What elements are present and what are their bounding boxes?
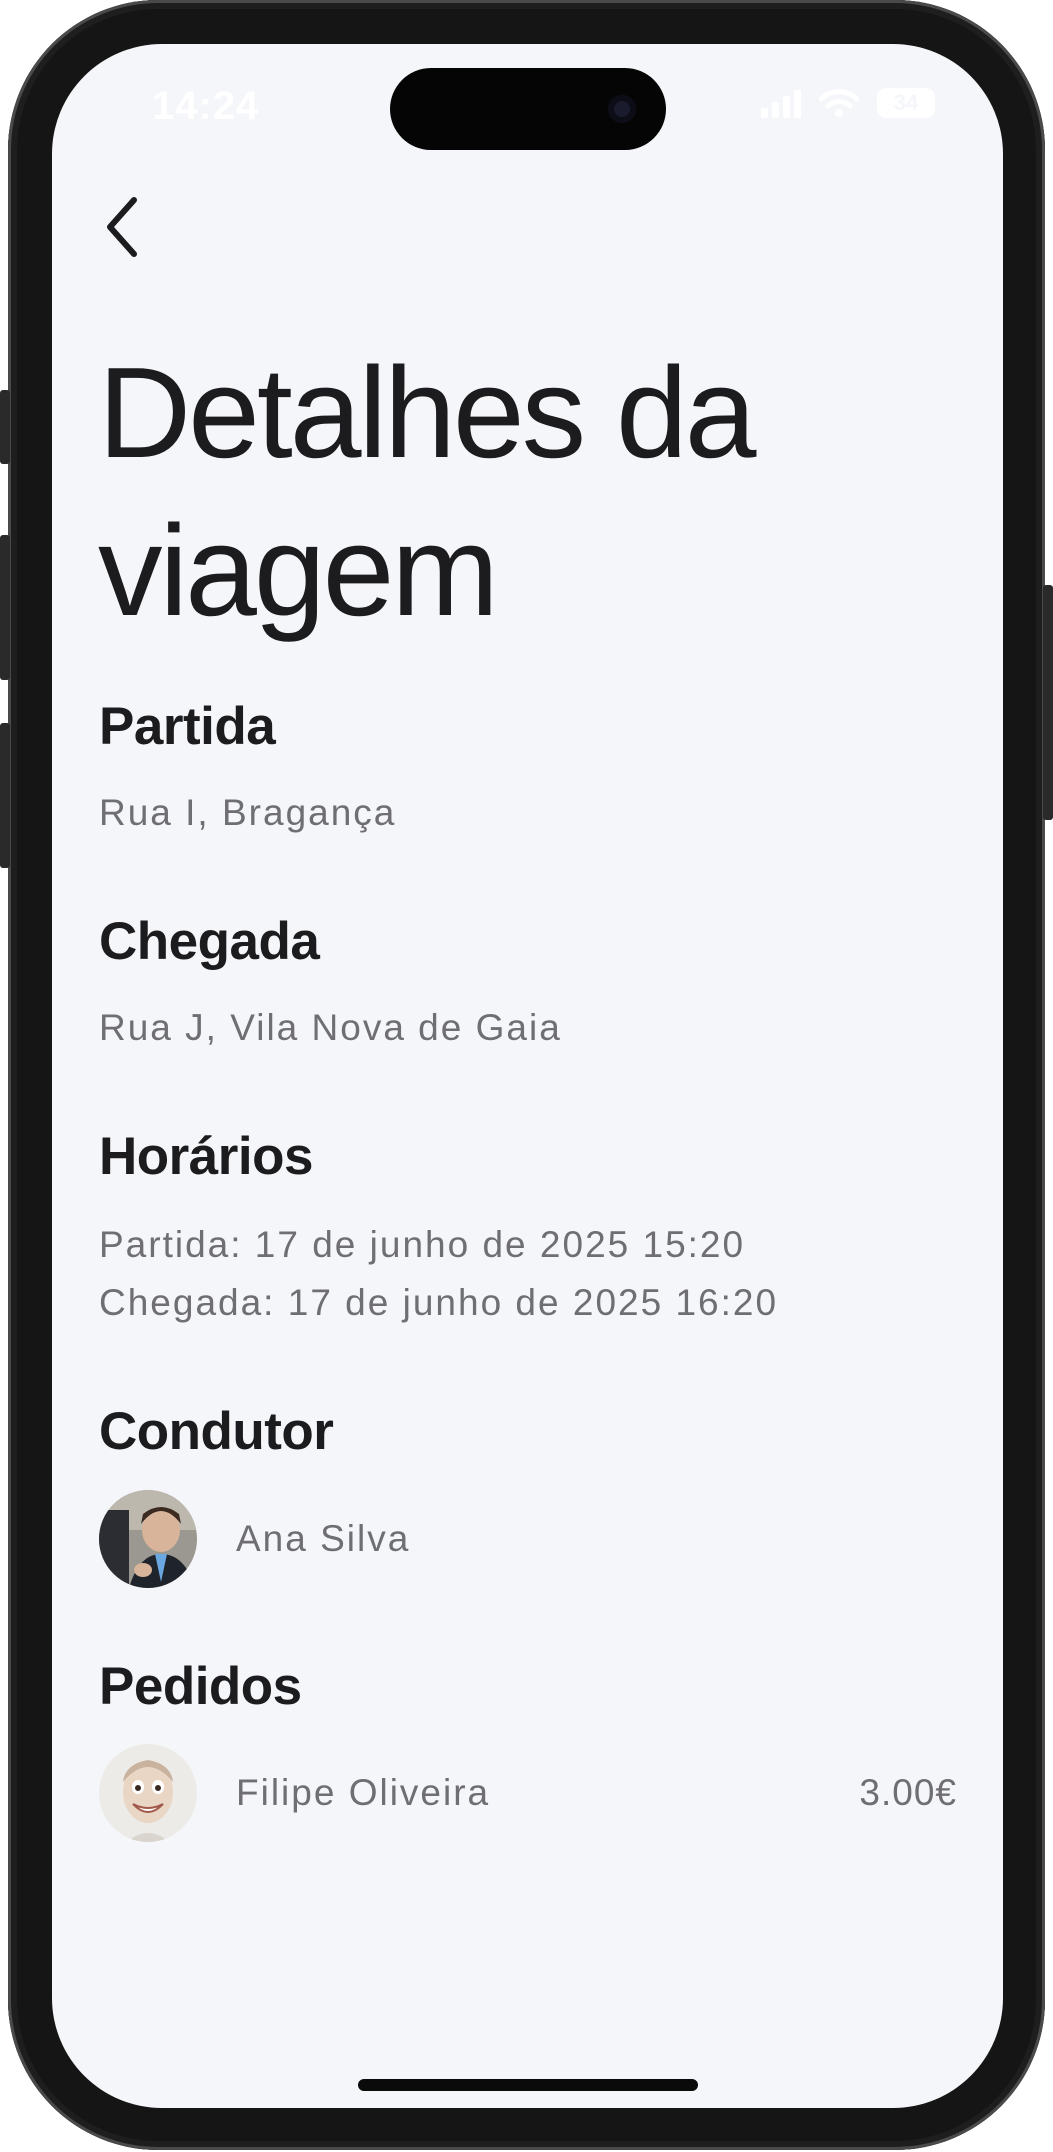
chevron-left-icon <box>107 197 137 257</box>
schedule-heading: Horários <box>99 1127 313 1186</box>
departure-heading: Partida <box>99 697 276 756</box>
wifi-icon <box>819 89 859 117</box>
arrival-heading: Chegada <box>99 912 320 971</box>
requester-avatar <box>99 1744 197 1842</box>
page-title-line-2: viagem <box>98 499 499 643</box>
battery-icon: 34 <box>877 88 935 118</box>
status-icons: 34 <box>761 88 935 118</box>
page-title-line-1: Detalhes da <box>98 341 756 485</box>
volume-up-button <box>0 535 10 680</box>
action-button <box>0 390 10 464</box>
home-indicator[interactable] <box>358 2079 698 2091</box>
cellular-signal-icon <box>761 88 801 118</box>
departure-time: Partida: 17 de junho de 2025 15:20 <box>99 1224 746 1265</box>
requests-heading: Pedidos <box>99 1657 302 1716</box>
arrival-time: Chegada: 17 de junho de 2025 16:20 <box>99 1282 779 1323</box>
back-button[interactable] <box>96 192 152 262</box>
driver-avatar <box>99 1490 197 1588</box>
app-screen: 14:24 34 Detalhes da viagem Partida Rua … <box>52 44 1003 2108</box>
request-price: 3.00€ <box>859 1772 957 1813</box>
page-title: Detalhes da viagem <box>98 334 918 650</box>
camera-icon <box>608 95 636 123</box>
dynamic-island <box>390 68 666 150</box>
departure-address: Rua I, Bragança <box>99 792 397 833</box>
power-button <box>1043 585 1053 820</box>
driver-name: Ana Silva <box>236 1518 411 1559</box>
status-time: 14:24 <box>152 84 260 128</box>
volume-down-button <box>0 723 10 868</box>
arrival-address: Rua J, Vila Nova de Gaia <box>99 1007 562 1048</box>
requester-name: Filipe Oliveira <box>236 1772 491 1813</box>
driver-heading: Condutor <box>99 1402 334 1461</box>
